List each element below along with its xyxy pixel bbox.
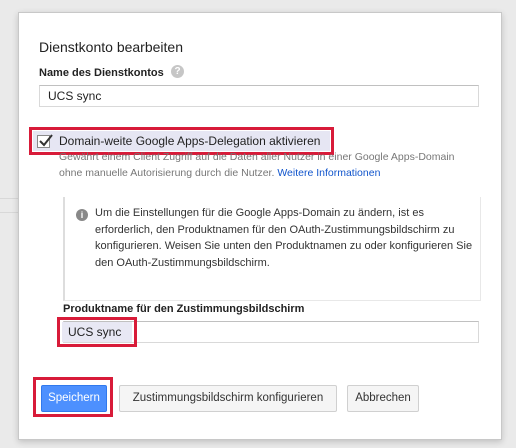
delegation-description: Gewährt einem Client Zugriff auf die Dat… [59,149,459,181]
help-icon[interactable]: ? [171,65,184,78]
info-notice: i Um die Einstellungen für die Google Ap… [63,197,481,301]
backdrop-divider [0,198,18,199]
info-icon: i [76,209,88,221]
product-name-highlight: UCS sync [57,317,137,347]
checkmark-icon [39,134,53,147]
delegation-checkbox-label[interactable]: Domain-weite Google Apps-Delegation akti… [59,134,320,148]
more-info-link[interactable]: Weitere Informationen [277,167,380,179]
service-account-name-label: Name des Dienstkontos [39,67,164,79]
product-name-label: Produktname für den Zustimmungsbildschir… [63,303,305,315]
configure-consent-screen-button[interactable]: Zustimmungsbildschirm konfigurieren [119,385,337,412]
service-account-name-input[interactable]: UCS sync [39,85,479,107]
edit-service-account-dialog: Dienstkonto bearbeiten Name des Dienstko… [18,12,502,440]
dialog-title: Dienstkonto bearbeiten [39,39,183,55]
save-button[interactable]: Speichern [41,385,107,412]
backdrop-divider [0,212,18,213]
info-notice-text: Um die Einstellungen für die Google Apps… [95,207,473,269]
delegation-checkbox[interactable] [37,134,53,148]
product-name-value[interactable]: UCS sync [62,322,132,342]
cancel-button[interactable]: Abbrechen [347,385,419,412]
delegation-description-text: Gewährt einem Client Zugriff auf die Dat… [59,151,455,179]
